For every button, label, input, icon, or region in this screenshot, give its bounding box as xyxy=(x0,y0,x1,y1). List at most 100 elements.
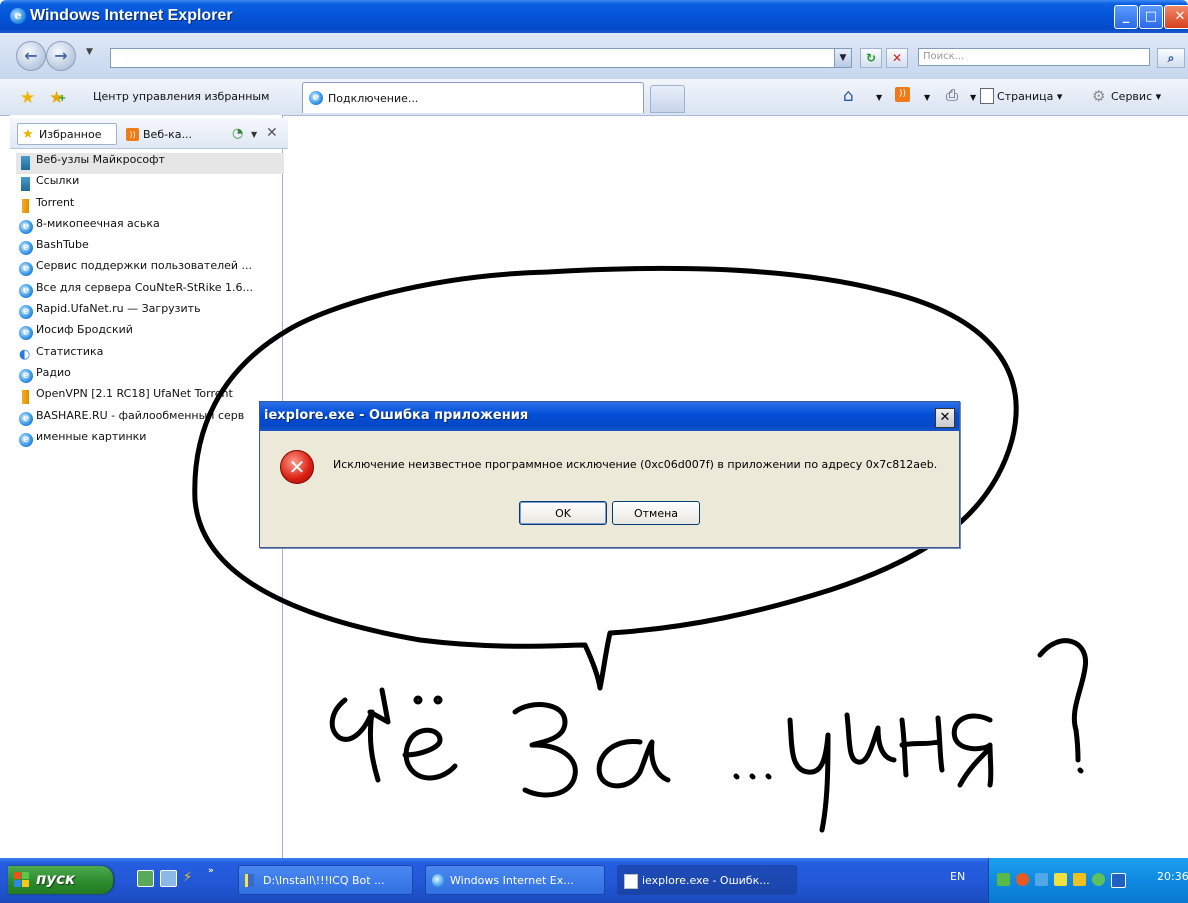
start-button[interactable]: пуск xyxy=(8,866,113,894)
favorites-item[interactable]: e Сервис поддержки пользователей ... xyxy=(16,259,284,280)
ie-page-icon: e xyxy=(309,91,323,105)
antivirus-icon[interactable] xyxy=(1016,873,1029,886)
screen: e Windows Internet Explorer _ □ ✕ ← → ▼ … xyxy=(0,0,1188,903)
feeds-dropdown-icon[interactable]: ▼ xyxy=(924,93,930,102)
back-button[interactable]: ← xyxy=(16,41,46,71)
handwritten-text-che xyxy=(329,687,458,783)
favorites-center-label[interactable]: Центр управления избранным xyxy=(93,90,269,103)
address-dropdown-icon[interactable]: ▼ xyxy=(834,48,852,68)
favorites-item[interactable]: e BASHARE.RU - файлообменный серв xyxy=(16,409,284,430)
search-input[interactable]: Поиск... xyxy=(918,48,1150,66)
history-dropdown-icon[interactable]: ▼ xyxy=(251,130,257,139)
service-menu-label: Сервис xyxy=(1111,90,1153,103)
close-panel-icon[interactable]: ✕ xyxy=(266,125,278,141)
quicklaunch-desktop-icon[interactable] xyxy=(160,870,177,887)
favorites-item[interactable]: Ссылки xyxy=(16,174,284,195)
print-icon[interactable]: ⎙ xyxy=(946,86,958,104)
favorites-item-label: BashTube xyxy=(36,238,89,252)
close-window-button[interactable]: ✕ xyxy=(1164,5,1188,29)
page-menu-button[interactable]: Страница ▾ xyxy=(997,90,1062,103)
language-indicator[interactable]: EN xyxy=(950,870,965,883)
favorites-item-label: BASHARE.RU - файлообменный серв xyxy=(36,408,245,422)
display-icon[interactable] xyxy=(1111,873,1126,888)
minimize-button[interactable]: _ xyxy=(1114,5,1138,29)
connection-icon[interactable] xyxy=(1035,873,1048,886)
window-title: Windows Internet Explorer xyxy=(30,7,233,24)
taskbar-item-error-dialog[interactable]: iexplore.exe - Ошибк... xyxy=(617,865,797,895)
add-favorites-icon[interactable]: ★ + xyxy=(49,88,66,108)
tab-feeds[interactable]: )) Веб-ка... xyxy=(121,123,224,145)
volume-icon[interactable] xyxy=(1054,873,1067,886)
favorites-item[interactable]: Веб-узлы Майкрософт xyxy=(16,153,284,175)
folder-icon xyxy=(22,390,29,405)
gear-icon: ⚙ xyxy=(1092,87,1106,105)
favorites-item[interactable]: e Радио xyxy=(16,366,284,387)
folder-icon xyxy=(21,156,30,170)
favorites-item[interactable]: ◐ Статистика xyxy=(16,345,284,366)
ie-page-icon: e xyxy=(19,241,33,256)
ie-page-icon: e xyxy=(19,432,33,447)
stop-button[interactable]: ✕ xyxy=(886,48,908,68)
handwritten-ellipsis xyxy=(733,773,772,780)
tab-connecting[interactable]: e Подключение... xyxy=(302,82,644,113)
favorites-item[interactable]: e Иосиф Бродский xyxy=(16,323,284,344)
page-menu-label: Страница xyxy=(997,90,1054,103)
favorites-item-label: 8-микопеечная аська xyxy=(36,216,160,230)
internet-explorer-icon xyxy=(432,874,444,887)
favorites-item[interactable]: Torrent xyxy=(16,196,284,217)
favorites-item-label: Статистика xyxy=(36,344,104,358)
window-icon xyxy=(624,874,638,889)
statistics-icon: ◐ xyxy=(19,346,31,362)
folder-icon xyxy=(21,177,30,192)
folder-icon xyxy=(245,874,254,887)
taskbar-item-label: iexplore.exe - Ошибк... xyxy=(642,874,770,887)
address-input[interactable] xyxy=(110,48,842,68)
network-icon[interactable] xyxy=(997,873,1010,886)
favorites-item-label: Сервис поддержки пользователей ... xyxy=(36,259,253,273)
cancel-button[interactable]: Отмена xyxy=(612,501,700,525)
favorites-item[interactable]: e BashTube xyxy=(16,238,284,259)
home-dropdown-icon[interactable]: ▼ xyxy=(876,93,882,102)
dialog-close-button[interactable]: ✕ xyxy=(935,408,955,428)
handwritten-dot xyxy=(413,695,423,705)
taskbar-item-icq-bot[interactable]: D:\Install\!!!ICQ Bot ... xyxy=(238,865,413,895)
window-titlebar[interactable]: e Windows Internet Explorer _ □ ✕ xyxy=(0,0,1188,33)
tab-feeds-label: Веб-ка... xyxy=(143,128,192,141)
dialog-message: Исключение неизвестное программное исклю… xyxy=(333,458,938,471)
favorites-item[interactable]: e 8-микопеечная аська xyxy=(16,217,284,238)
ok-button[interactable]: OK xyxy=(519,501,607,525)
quicklaunch-winamp-icon[interactable]: ⚡ xyxy=(183,870,198,885)
navigation-bar: ← → ▼ ▼ ↻ ✕ Поиск... ⌕ xyxy=(0,33,1188,80)
favorites-panel: ★ Избранное )) Веб-ка... ◔ ▼ ✕ Веб-узлы … xyxy=(10,115,288,858)
handwritten-dot xyxy=(433,695,443,705)
maximize-button[interactable]: □ xyxy=(1139,5,1163,29)
winamp-icon[interactable] xyxy=(1073,873,1086,886)
new-tab-button[interactable] xyxy=(650,85,685,113)
favorites-item-label: именные картинки xyxy=(36,429,147,443)
icq-icon[interactable] xyxy=(1092,873,1105,886)
favorites-item[interactable]: e именные картинки xyxy=(16,430,284,451)
service-menu-button[interactable]: Сервис ▾ xyxy=(1111,90,1161,103)
search-icon[interactable]: ⌕ xyxy=(1157,48,1185,68)
home-icon[interactable]: ⌂ xyxy=(843,86,854,106)
favorites-item[interactable]: e Rapid.UfaNet.ru — Загрузить xyxy=(16,302,284,323)
history-icon[interactable]: ◔ xyxy=(232,126,243,141)
recent-pages-dropdown-icon[interactable]: ▼ xyxy=(86,47,93,57)
favorites-list: Веб-узлы Майкрософт Ссылки Torrent e 8-микоп… xyxy=(16,153,284,451)
favorites-item[interactable]: OpenVPN [2.1 RC18] UfaNet Torrent xyxy=(16,387,284,408)
quicklaunch-app-icon[interactable] xyxy=(137,870,154,887)
rss-feeds-icon[interactable]: )) xyxy=(895,87,910,102)
handwritten-question-mark xyxy=(1037,638,1088,774)
refresh-button[interactable]: ↻ xyxy=(860,48,882,68)
favorites-item[interactable]: e Все для сервера CouNteR-StRike 1.6... xyxy=(16,281,284,302)
forward-button[interactable]: → xyxy=(46,41,76,71)
quicklaunch-more-icon[interactable]: » xyxy=(208,866,214,876)
taskbar-item-internet-explorer[interactable]: Windows Internet Ex... xyxy=(425,865,605,895)
tab-favorites[interactable]: ★ Избранное xyxy=(17,123,117,145)
favorites-star-icon[interactable]: ★ xyxy=(20,88,35,108)
print-dropdown-icon[interactable]: ▼ xyxy=(970,93,976,102)
dialog-titlebar[interactable]: iexplore.exe - Ошибка приложения ✕ xyxy=(260,402,959,431)
favorites-item-label: Rapid.UfaNet.ru — Загрузить xyxy=(36,302,201,316)
favorites-item-label: Ссылки xyxy=(36,174,80,188)
ie-page-icon: e xyxy=(19,411,33,426)
